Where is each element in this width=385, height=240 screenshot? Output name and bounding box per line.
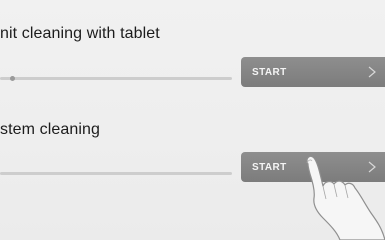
- chevron-right-icon: [368, 161, 376, 173]
- start-button-system-cleaning[interactable]: START: [241, 152, 385, 182]
- start-button-label: START: [252, 161, 287, 173]
- start-button-label: START: [252, 66, 287, 78]
- progress-indicator: [10, 76, 15, 81]
- row-title-system-cleaning: stem cleaning: [0, 121, 101, 138]
- start-button-unit-cleaning[interactable]: START: [241, 57, 385, 87]
- progress-track: [0, 172, 232, 175]
- progress-track: [0, 76, 232, 81]
- row-title-unit-cleaning: nit cleaning with tablet: [0, 25, 160, 42]
- chevron-right-icon: [368, 66, 376, 78]
- cleaning-screen: nit cleaning with tablet START stem clea…: [0, 0, 385, 240]
